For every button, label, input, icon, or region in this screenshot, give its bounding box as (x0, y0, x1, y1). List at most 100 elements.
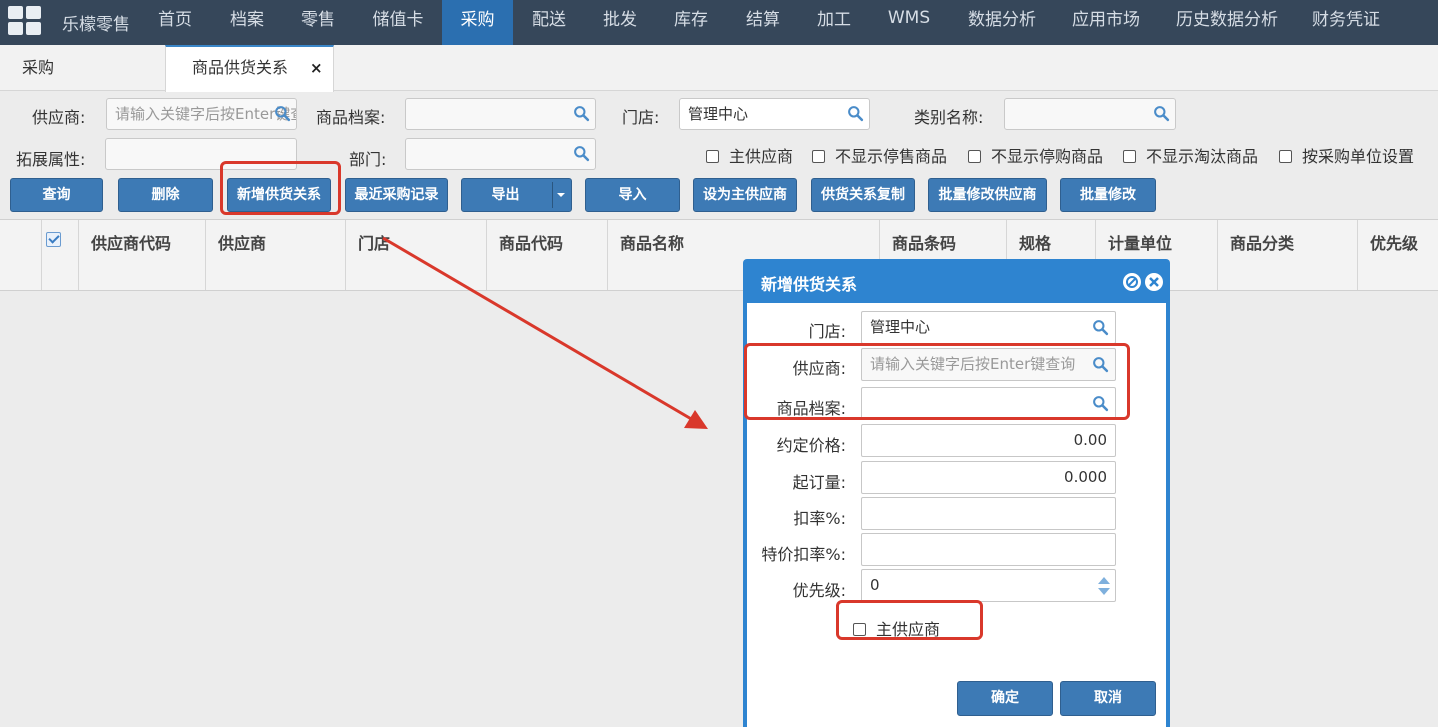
select-all-checkbox[interactable] (46, 232, 61, 247)
add-supply-relation-dialog: 新增供货关系 门店: 管理中心 供应商: 请输入关键字后按Enter键查询 商品… (743, 259, 1170, 727)
store-filter-value: 管理中心 (688, 105, 749, 123)
dialog-header[interactable]: 新增供货关系 (743, 259, 1170, 303)
product-filter-input[interactable] (405, 98, 596, 130)
batch-modify-supplier-button[interactable]: 批量修改供应商 (928, 178, 1047, 212)
col-supplier-code[interactable]: 供应商代码 (79, 220, 206, 290)
hide-stop-sale-label: 不显示停售商品 (835, 147, 948, 166)
dialog-store-input[interactable]: 管理中心 (861, 311, 1116, 344)
hide-stop-sale-checkbox[interactable]: 不显示停售商品 (812, 143, 947, 167)
import-button[interactable]: 导入 (585, 178, 680, 212)
ext-attr-label: 拓展属性: (16, 150, 86, 169)
col-store[interactable]: 门店 (346, 220, 487, 290)
tab-supply-relation[interactable]: 商品供货关系 × (165, 45, 334, 92)
dialog-product-input[interactable] (861, 387, 1116, 420)
dialog-supplier-input[interactable]: 请输入关键字后按Enter键查询 (861, 348, 1116, 381)
dialog-priority-stepper[interactable]: 0 (861, 569, 1116, 602)
row-number-column (0, 220, 42, 290)
dialog-price-label: 约定价格: (776, 436, 846, 455)
export-split-divider (552, 182, 553, 208)
dialog-special-discount-label: 特价扣率%: (761, 545, 846, 564)
top-navigation-bar: 乐檬零售 首页 档案 零售 储值卡 采购 配送 批发 库存 结算 加工 WMS … (0, 0, 1438, 45)
tab-bar: 采购 商品供货关系 × (0, 45, 1438, 92)
nav-item-home[interactable]: 首页 (145, 0, 205, 45)
batch-modify-button[interactable]: 批量修改 (1060, 178, 1156, 212)
export-button[interactable]: 导出 (461, 178, 572, 212)
nav-item-archive[interactable]: 档案 (217, 0, 277, 45)
nav-item-retail[interactable]: 零售 (288, 0, 348, 45)
nav-item-processing[interactable]: 加工 (804, 0, 864, 45)
dialog-main-supplier-checkbox[interactable]: 主供应商 (853, 616, 940, 640)
chevron-down-icon[interactable] (557, 193, 565, 197)
dialog-store-value: 管理中心 (870, 318, 931, 336)
by-purchase-unit-checkbox[interactable]: 按采购单位设置 (1279, 143, 1414, 167)
category-filter-label: 类别名称: (914, 108, 984, 127)
product-filter-label: 商品档案: (316, 108, 386, 127)
dialog-moq-label: 起订量: (792, 473, 846, 492)
dialog-moq-input[interactable]: 0.000 (861, 461, 1116, 494)
dialog-supplier-placeholder: 请输入关键字后按Enter键查询 (870, 355, 1076, 373)
ext-attr-input[interactable] (105, 138, 297, 170)
search-icon[interactable] (573, 145, 590, 162)
copy-supply-relation-button[interactable]: 供货关系复制 (811, 178, 915, 212)
app-grid-icon[interactable] (8, 6, 42, 36)
minimize-icon[interactable] (1123, 273, 1141, 291)
nav-item-stored-value-card[interactable]: 储值卡 (363, 0, 433, 45)
tab-supply-relation-label: 商品供货关系 (192, 58, 289, 77)
search-icon[interactable] (274, 105, 291, 122)
col-supplier[interactable]: 供应商 (206, 220, 346, 290)
hide-stop-purchase-checkbox[interactable]: 不显示停购商品 (968, 143, 1103, 167)
grid-header: 供应商代码 供应商 门店 商品代码 商品名称 商品条码 规格 计量单位 商品分类… (0, 219, 1438, 291)
nav-item-wms[interactable]: WMS (878, 0, 940, 45)
search-icon[interactable] (847, 105, 864, 122)
hide-eliminated-checkbox[interactable]: 不显示淘汰商品 (1123, 143, 1258, 167)
tab-purchase[interactable]: 采购 (22, 45, 54, 91)
select-all-column[interactable] (42, 220, 79, 290)
dialog-product-label: 商品档案: (776, 399, 846, 418)
main-supplier-filter-label: 主供应商 (729, 147, 794, 166)
nav-item-app-market[interactable]: 应用市场 (1062, 0, 1150, 45)
by-purchase-unit-label: 按采购单位设置 (1302, 147, 1415, 166)
export-label: 导出 (491, 187, 520, 203)
stepper-arrows-icon[interactable] (1097, 574, 1111, 598)
search-icon[interactable] (1092, 356, 1109, 373)
set-main-supplier-button[interactable]: 设为主供应商 (693, 178, 797, 212)
col-category[interactable]: 商品分类 (1218, 220, 1358, 290)
dialog-special-discount-input[interactable] (861, 533, 1116, 566)
recent-purchase-button[interactable]: 最近采购记录 (345, 178, 448, 212)
dialog-discount-input[interactable] (861, 497, 1116, 530)
confirm-button[interactable]: 确定 (957, 681, 1053, 716)
search-icon[interactable] (1153, 105, 1170, 122)
delete-button[interactable]: 删除 (118, 178, 213, 212)
dialog-main-supplier-label: 主供应商 (876, 620, 941, 639)
main-supplier-filter-checkbox[interactable]: 主供应商 (706, 143, 793, 167)
search-icon[interactable] (1092, 319, 1109, 336)
supplier-filter-label: 供应商: (32, 108, 86, 127)
supplier-filter-input[interactable]: 请输入关键字后按Enter键查询 (106, 98, 297, 130)
close-icon[interactable] (1145, 273, 1163, 291)
nav-item-history-data-analysis[interactable]: 历史数据分析 (1166, 0, 1288, 45)
nav-item-finance-voucher[interactable]: 财务凭证 (1302, 0, 1390, 45)
store-filter-input[interactable]: 管理中心 (679, 98, 870, 130)
nav-item-data-analysis[interactable]: 数据分析 (958, 0, 1046, 45)
dialog-supplier-label: 供应商: (792, 359, 846, 378)
nav-item-purchase[interactable]: 采购 (442, 0, 513, 45)
dialog-price-input[interactable]: 0.00 (861, 424, 1116, 457)
cancel-button[interactable]: 取消 (1060, 681, 1156, 716)
nav-item-wholesale[interactable]: 批发 (590, 0, 650, 45)
dialog-priority-value: 0 (870, 576, 880, 594)
col-product-code[interactable]: 商品代码 (487, 220, 608, 290)
nav-item-settlement[interactable]: 结算 (733, 0, 793, 45)
brand-name: 乐檬零售 (62, 15, 130, 35)
query-button[interactable]: 查询 (10, 178, 103, 212)
store-filter-label: 门店: (622, 108, 660, 127)
nav-item-distribution[interactable]: 配送 (519, 0, 579, 45)
nav-item-inventory[interactable]: 库存 (661, 0, 721, 45)
close-icon[interactable]: × (310, 59, 323, 77)
search-icon[interactable] (573, 105, 590, 122)
col-priority[interactable]: 优先级 (1358, 220, 1438, 290)
category-filter-input[interactable] (1004, 98, 1176, 130)
dept-filter-input[interactable] (405, 138, 596, 170)
add-supply-relation-button[interactable]: 新增供货关系 (227, 178, 331, 212)
dialog-title: 新增供货关系 (761, 275, 858, 294)
search-icon[interactable] (1092, 395, 1109, 412)
